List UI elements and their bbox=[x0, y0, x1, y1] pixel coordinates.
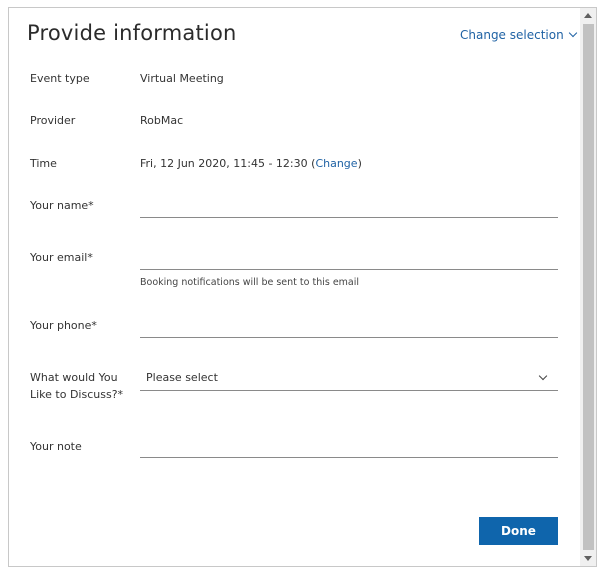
email-helper-text: Booking notifications will be sent to th… bbox=[140, 277, 360, 288]
scrollbar-thumb[interactable] bbox=[583, 24, 594, 550]
time-close-paren: ) bbox=[357, 157, 362, 170]
vertical-scrollbar[interactable] bbox=[580, 8, 596, 566]
time-value-row: Fri, 12 Jun 2020, 11:45 - 12:30 (Change) bbox=[140, 156, 362, 172]
done-button[interactable]: Done bbox=[479, 517, 558, 545]
chevron-down-icon[interactable] bbox=[538, 371, 548, 381]
time-label: Time bbox=[30, 157, 57, 170]
provide-information-dialog: Provide information Change selection Eve… bbox=[8, 7, 597, 567]
note-input[interactable] bbox=[140, 436, 558, 458]
event-type-value: Virtual Meeting bbox=[140, 72, 224, 85]
note-label: Your note bbox=[30, 440, 82, 453]
scroll-down-arrow-icon[interactable] bbox=[584, 556, 592, 561]
discuss-label: What would You Like to Discuss?* bbox=[30, 370, 123, 403]
event-type-label: Event type bbox=[30, 72, 90, 85]
page-title: Provide information bbox=[27, 21, 237, 45]
discuss-topic-selected[interactable]: Please select bbox=[146, 371, 218, 384]
discuss-topic-select[interactable]: Please select bbox=[140, 367, 558, 391]
discuss-label-line2: Like to Discuss?* bbox=[30, 388, 124, 401]
phone-label: Your phone* bbox=[30, 319, 97, 332]
chevron-down-icon[interactable] bbox=[568, 28, 577, 38]
name-input[interactable] bbox=[140, 196, 558, 218]
change-selection-link[interactable]: Change selection bbox=[460, 28, 577, 42]
time-value: Fri, 12 Jun 2020, 11:45 - 12:30 bbox=[140, 157, 308, 170]
provider-label: Provider bbox=[30, 114, 76, 127]
name-label: Your name* bbox=[30, 199, 94, 212]
scroll-up-arrow-icon[interactable] bbox=[584, 13, 592, 18]
email-input[interactable] bbox=[140, 248, 558, 270]
phone-input[interactable] bbox=[140, 316, 558, 338]
email-label: Your email* bbox=[30, 251, 93, 264]
change-selection-label[interactable]: Change selection bbox=[460, 28, 564, 42]
discuss-label-line1: What would You bbox=[30, 371, 118, 384]
change-time-link[interactable]: Change bbox=[315, 157, 357, 170]
provider-value: RobMac bbox=[140, 114, 184, 127]
